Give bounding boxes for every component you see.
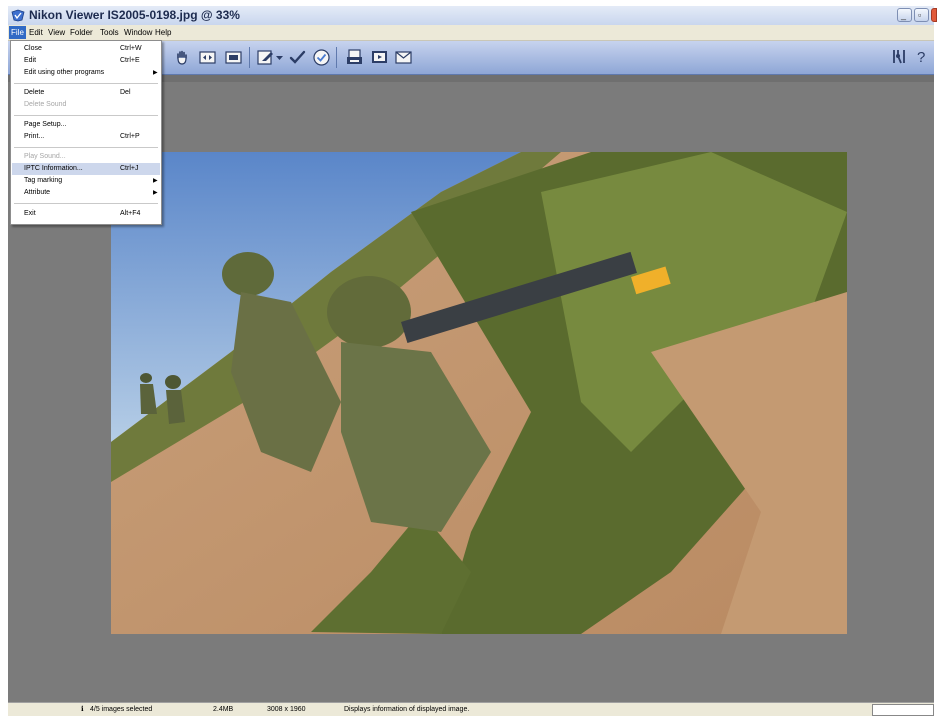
- window-title: Nikon Viewer IS2005-0198.jpg @ 33%: [29, 8, 240, 22]
- status-message: Displays information of displayed image.: [344, 706, 470, 713]
- menu-window[interactable]: Window: [122, 26, 154, 39]
- submenu-arrow-icon: ▶: [153, 190, 158, 196]
- menu-item-shortcut: Ctrl+J: [120, 165, 139, 172]
- menu-folder[interactable]: Folder: [68, 26, 95, 39]
- protect-icon[interactable]: [312, 48, 331, 67]
- maximize-button[interactable]: ▫: [914, 8, 929, 22]
- help-icon[interactable]: ?: [913, 47, 932, 66]
- title-bar: Nikon Viewer IS2005-0198.jpg @ 33% _ ▫: [8, 6, 937, 25]
- info-icon: ℹ: [81, 706, 84, 713]
- menu-item-tag-marking[interactable]: Tag marking ▶: [12, 175, 160, 187]
- toolbar-separator: [249, 47, 250, 68]
- menu-bar: File Edit View Folder Tools Window Help: [8, 25, 934, 41]
- status-dimensions: 3008 x 1960: [267, 706, 306, 713]
- menu-item-label: Delete: [24, 89, 45, 96]
- menu-file[interactable]: File: [9, 26, 26, 39]
- menu-item-edit-using-other-programs[interactable]: Edit using other programs ▶: [12, 67, 160, 79]
- menu-item-label: Edit using other programs: [24, 69, 105, 76]
- displayed-photo: [111, 152, 847, 634]
- menu-item-iptc-information[interactable]: IPTC Information... Ctrl+J: [12, 163, 160, 175]
- menu-edit[interactable]: Edit: [27, 26, 45, 39]
- menu-item-exit[interactable]: Exit Alt+F4: [12, 208, 160, 220]
- menu-item-delete-sound: Delete Sound: [12, 99, 160, 111]
- menu-item-label: Play Sound...: [24, 153, 66, 160]
- menu-item-label: Exit: [24, 210, 36, 217]
- menu-item-label: IPTC Information...: [24, 165, 83, 172]
- menu-tools[interactable]: Tools: [98, 26, 121, 39]
- menu-item-print[interactable]: Print... Ctrl+P: [12, 131, 160, 143]
- tools-icon[interactable]: [890, 47, 909, 66]
- menu-item-shortcut: Del: [120, 89, 131, 96]
- menu-item-label: Attribute: [24, 189, 51, 196]
- menu-separator: [14, 203, 158, 204]
- status-selection: 4/5 images selected: [90, 706, 153, 713]
- menu-item-delete[interactable]: Delete Del: [12, 87, 160, 99]
- menu-item-play-sound: Play Sound...: [12, 151, 160, 163]
- menu-item-label: Page Setup...: [24, 121, 67, 128]
- menu-item-close[interactable]: Close Ctrl+W: [12, 43, 160, 55]
- menu-item-label: Tag marking: [24, 177, 63, 184]
- status-bar: ℹ 4/5 images selected 2.4MB 3008 x 1960 …: [8, 702, 934, 716]
- email-icon[interactable]: [394, 48, 413, 67]
- menu-separator: [14, 115, 158, 116]
- file-menu-dropdown: Close Ctrl+W Edit Ctrl+E Edit using othe…: [10, 40, 162, 225]
- submenu-arrow-icon: ▶: [153, 178, 158, 184]
- full-screen-icon[interactable]: [224, 48, 243, 67]
- hand-icon[interactable]: [173, 48, 192, 67]
- nikon-viewer-icon: [11, 9, 25, 22]
- menu-item-page-setup[interactable]: Page Setup...: [12, 119, 160, 131]
- slideshow-icon[interactable]: [370, 48, 389, 67]
- menu-help[interactable]: Help: [153, 26, 173, 39]
- app-window: Nikon Viewer IS2005-0198.jpg @ 33% _ ▫ F…: [0, 0, 938, 716]
- toolbar-separator: [336, 47, 337, 68]
- minimize-icon: _: [901, 10, 907, 20]
- menu-separator: [14, 83, 158, 84]
- menu-item-shortcut: Ctrl+E: [120, 57, 140, 64]
- dropdown-arrow-icon[interactable]: [275, 48, 284, 67]
- minimize-button[interactable]: _: [897, 8, 912, 22]
- check-icon[interactable]: [288, 48, 307, 67]
- menu-item-label: Delete Sound: [24, 101, 67, 108]
- menu-item-label: Close: [24, 45, 42, 52]
- edit-icon[interactable]: [256, 48, 275, 67]
- restore-icon: ▫: [918, 10, 922, 20]
- menu-item-label: Edit: [24, 57, 37, 64]
- fit-window-icon[interactable]: [198, 48, 217, 67]
- svg-text:?: ?: [917, 49, 925, 66]
- status-progress-box: [872, 704, 934, 716]
- menu-item-label: Print...: [24, 133, 45, 140]
- print-icon[interactable]: [345, 48, 364, 67]
- menu-item-attribute[interactable]: Attribute ▶: [12, 187, 160, 199]
- close-window-button[interactable]: [931, 8, 937, 22]
- submenu-arrow-icon: ▶: [153, 70, 158, 76]
- menu-separator: [14, 147, 158, 148]
- status-file-size: 2.4MB: [213, 706, 234, 713]
- menu-item-shortcut: Alt+F4: [120, 210, 141, 217]
- menu-item-edit[interactable]: Edit Ctrl+E: [12, 55, 160, 67]
- menu-item-shortcut: Ctrl+P: [120, 133, 140, 140]
- menu-view[interactable]: View: [46, 26, 67, 39]
- menu-item-shortcut: Ctrl+W: [120, 45, 142, 52]
